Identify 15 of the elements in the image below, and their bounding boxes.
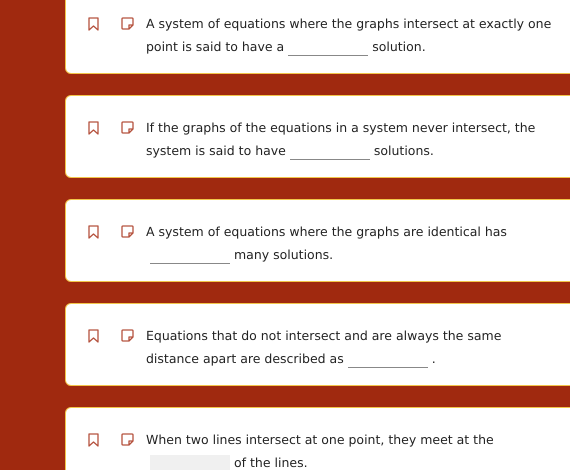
bookmark-icon[interactable] — [88, 121, 99, 135]
note-icon[interactable] — [121, 329, 134, 342]
question-text: Equations that do not intersect and are always the same distance apart are described as . — [146, 327, 502, 370]
question-text: If the graphs of the equations in a system never intersect, the system is said to have solutions. — [146, 119, 536, 162]
question-text: A system of equations where the graphs are identical has many solutions. — [146, 223, 508, 266]
note-icon[interactable] — [121, 433, 134, 446]
note-icon[interactable] — [121, 121, 134, 134]
note-icon[interactable] — [121, 225, 134, 238]
note-icon[interactable] — [121, 17, 134, 30]
question-text: When two lines intersect at one point, they meet at the of the lines. — [146, 431, 495, 470]
bookmark-icon[interactable] — [88, 17, 99, 31]
bookmark-icon[interactable] — [88, 433, 99, 447]
bookmark-icon[interactable] — [88, 225, 99, 239]
bookmark-icon[interactable] — [88, 329, 99, 343]
question-text: A system of equations where the graphs intersect at exactly one point is said to have a solution. — [146, 15, 552, 58]
